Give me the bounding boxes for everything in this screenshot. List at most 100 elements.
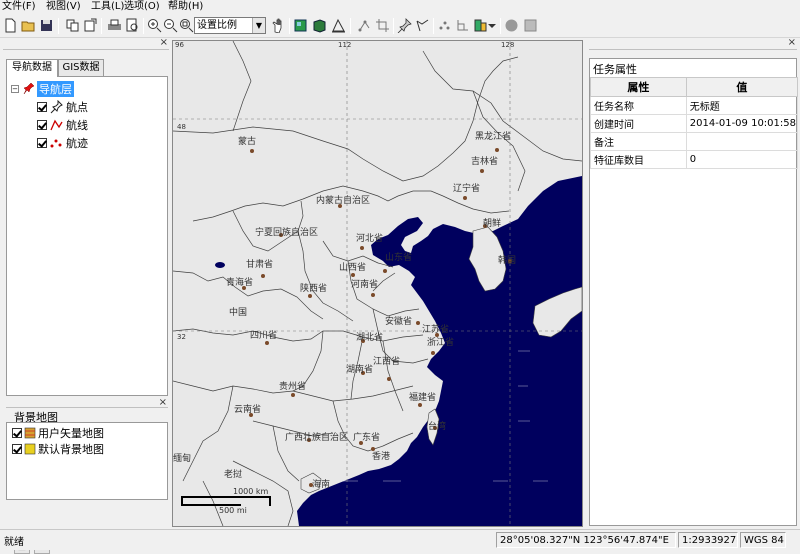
map-label: 江苏省 bbox=[422, 325, 450, 335]
zoom-fit-icon[interactable] bbox=[178, 17, 195, 34]
lat-tick: 48 bbox=[177, 123, 186, 131]
menu-view[interactable]: 视图(V) bbox=[46, 0, 81, 14]
tree-root-label: 导航层 bbox=[37, 81, 74, 97]
tree-root[interactable]: − 导航层 bbox=[11, 81, 74, 97]
tab-navigation-data[interactable]: 导航数据 bbox=[6, 59, 58, 77]
bg-panel-header: × bbox=[6, 397, 168, 408]
pan-hand-icon[interactable] bbox=[270, 17, 287, 34]
table-row[interactable]: 创建时间 2014-01-09 10:01:58 bbox=[590, 114, 799, 133]
tree-item-routes[interactable]: 航线 bbox=[37, 117, 88, 133]
map-label: 陕西省 bbox=[300, 284, 328, 294]
menu-tools[interactable]: 工具(L) bbox=[91, 0, 124, 14]
scale-km-label: 1000 km bbox=[233, 487, 269, 496]
crop-icon[interactable] bbox=[374, 17, 391, 34]
bg-item-default[interactable]: 默认背景地图 bbox=[12, 441, 104, 457]
zoom-in-icon[interactable] bbox=[146, 17, 163, 34]
close-icon[interactable]: × bbox=[159, 397, 167, 408]
menu-file[interactable]: 文件(F) bbox=[2, 0, 36, 14]
property-key: 创建时间 bbox=[590, 114, 687, 133]
checkbox-tracks[interactable] bbox=[37, 138, 47, 148]
property-value[interactable]: 0 bbox=[685, 150, 799, 169]
print-icon[interactable] bbox=[106, 17, 123, 34]
close-icon[interactable]: × bbox=[788, 37, 796, 48]
zoom-out-icon[interactable] bbox=[162, 17, 179, 34]
table-row[interactable]: 任务名称 无标题 bbox=[590, 96, 799, 115]
map-label: 安徽省 bbox=[385, 317, 413, 327]
checkbox-default-bg[interactable] bbox=[12, 444, 22, 454]
map-label: 广西壮族自治区 bbox=[285, 433, 349, 443]
bg-item-label: 默认背景地图 bbox=[38, 443, 104, 456]
export-icon[interactable] bbox=[82, 17, 99, 34]
new-icon[interactable] bbox=[2, 17, 19, 34]
map-label: 海南 bbox=[312, 480, 331, 490]
close-icon[interactable]: × bbox=[160, 37, 168, 48]
measure-icon[interactable] bbox=[330, 17, 347, 34]
node-icon[interactable] bbox=[356, 17, 373, 34]
tree-item-waypoints[interactable]: 航点 bbox=[37, 99, 88, 115]
lat-tick: 32 bbox=[177, 333, 186, 341]
map-label: 江西省 bbox=[373, 357, 401, 367]
tab-gis-data[interactable]: GIS数据 bbox=[58, 59, 104, 76]
status-datum: WGS 84 bbox=[740, 532, 786, 548]
lake bbox=[215, 262, 225, 268]
map-label: 山西省 bbox=[339, 263, 367, 273]
menu-help[interactable]: 帮助(H) bbox=[168, 0, 203, 14]
left-panel-header: × bbox=[3, 37, 169, 50]
left-panel: × 导航数据 GIS数据 − 导航层 航点 航线 航迹 × 背景地图 用户矢量地… bbox=[3, 37, 169, 554]
checkbox-waypoints[interactable] bbox=[37, 102, 47, 112]
map-label: 韩国 bbox=[498, 256, 517, 266]
table-row[interactable]: 备注 bbox=[590, 132, 799, 151]
map-label: 河南省 bbox=[351, 280, 379, 290]
layer-icon[interactable] bbox=[292, 17, 309, 34]
menu-options[interactable]: 选项(O) bbox=[124, 0, 160, 14]
tree-collapse-icon[interactable]: − bbox=[11, 85, 19, 93]
checkbox-routes[interactable] bbox=[37, 120, 47, 130]
chevron-down-icon[interactable]: ▼ bbox=[252, 18, 265, 33]
map-label: 朝鲜 bbox=[483, 219, 502, 229]
map-view[interactable]: 96 112 128 48 32 蒙古 黑龙江省 吉林省 辽宁省 内蒙古自治区 … bbox=[172, 40, 583, 527]
map-label: 缅甸 bbox=[173, 454, 192, 464]
map-label: 浙江省 bbox=[427, 338, 455, 348]
right-panel: × 任务属性 属性 值 任务名称 无标题 创建时间 2014-01-09 10:… bbox=[586, 37, 800, 527]
right-panel-header: × bbox=[589, 37, 797, 50]
menu-bar: 文件(F) 视图(V) 工具(L) 选项(O) 帮助(H) bbox=[0, 0, 800, 14]
col-property: 属性 bbox=[590, 77, 687, 97]
property-value[interactable]: 2014-01-09 10:01:58 bbox=[685, 114, 799, 133]
route-icon[interactable] bbox=[414, 17, 431, 34]
map-label: 河北省 bbox=[356, 234, 384, 244]
background-map-section: × 背景地图 用户矢量地图 默认背景地图 ▲ ▼ bbox=[6, 397, 168, 554]
vector-map-icon bbox=[24, 427, 36, 439]
copy-icon[interactable] bbox=[64, 17, 81, 34]
scatter-icon[interactable] bbox=[436, 17, 453, 34]
scale-select[interactable]: 设置比例 ▼ bbox=[194, 17, 266, 34]
scale-select-value: 设置比例 bbox=[197, 20, 237, 31]
pin-icon[interactable] bbox=[396, 17, 413, 34]
map-label: 湖北省 bbox=[356, 333, 384, 343]
print-preview-icon[interactable] bbox=[124, 17, 141, 34]
save-icon[interactable] bbox=[38, 17, 55, 34]
property-value[interactable]: 无标题 bbox=[685, 96, 799, 115]
property-value[interactable] bbox=[685, 132, 799, 151]
settings-dropdown-icon[interactable] bbox=[487, 17, 497, 34]
stop-icon[interactable] bbox=[522, 17, 539, 34]
tree-item-label: 航线 bbox=[66, 119, 88, 132]
toolbar: 设置比例 ▼ bbox=[0, 14, 800, 38]
bg-item-label: 用户矢量地图 bbox=[38, 427, 104, 440]
map-label: 内蒙古自治区 bbox=[316, 196, 371, 206]
checkbox-user-vector[interactable] bbox=[12, 428, 22, 438]
map-label: 宁夏回族自治区 bbox=[255, 228, 319, 238]
task-properties: 任务属性 属性 值 任务名称 无标题 创建时间 2014-01-09 10:01… bbox=[589, 58, 799, 526]
table-row[interactable]: 特征库数目 0 bbox=[590, 150, 799, 169]
status-ready: 就绪 bbox=[4, 537, 24, 548]
navigation-tree: − 导航层 航点 航线 航迹 bbox=[6, 76, 168, 396]
map-label: 辽宁省 bbox=[453, 184, 481, 194]
scale-bar: 1000 km 500 mi bbox=[181, 487, 291, 515]
properties-table: 属性 值 任务名称 无标题 创建时间 2014-01-09 10:01:58 备… bbox=[590, 77, 799, 169]
corner-icon[interactable] bbox=[454, 17, 471, 34]
bg-item-user-vector[interactable]: 用户矢量地图 bbox=[12, 425, 104, 441]
open-icon[interactable] bbox=[20, 17, 37, 34]
tree-item-tracks[interactable]: 航迹 bbox=[37, 135, 88, 151]
status-scale: 1:29339278 bbox=[678, 532, 738, 548]
circle-icon[interactable] bbox=[503, 17, 520, 34]
package-icon[interactable] bbox=[311, 17, 328, 34]
